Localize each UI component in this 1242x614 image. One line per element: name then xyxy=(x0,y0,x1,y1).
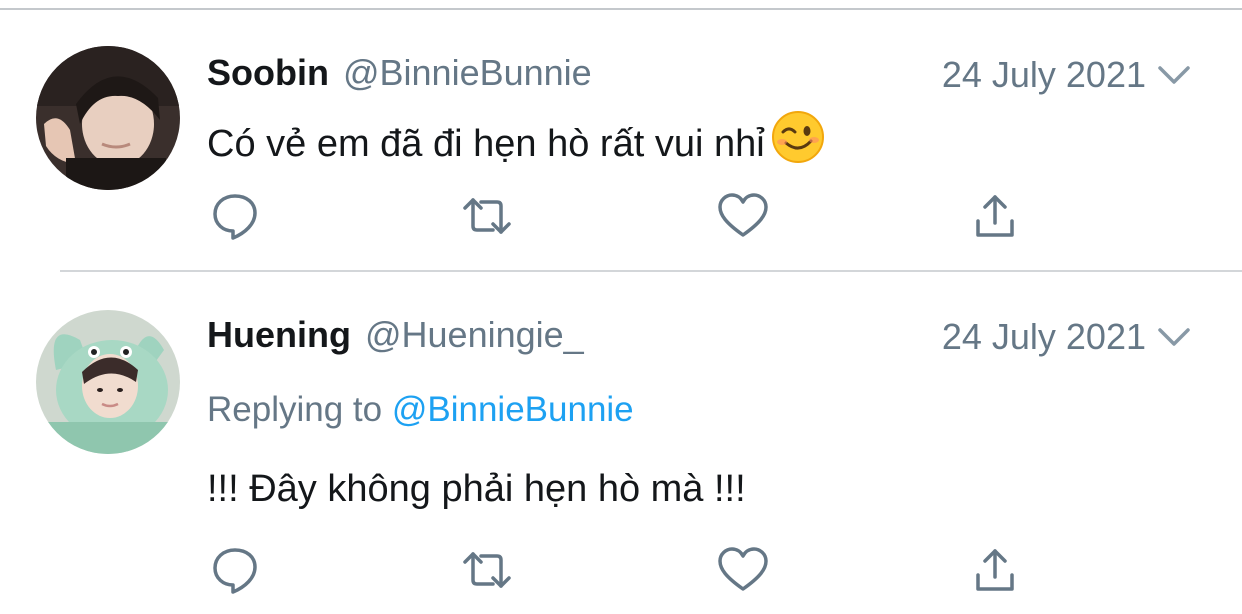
reply-icon[interactable] xyxy=(207,188,263,244)
tweet-divider xyxy=(60,270,1242,272)
avatar[interactable] xyxy=(36,310,180,454)
replying-to: Replying to @BinnieBunnie xyxy=(207,390,634,430)
tweet-date[interactable]: 24 July 2021 xyxy=(942,54,1146,96)
user-handle[interactable]: @BinnieBunnie xyxy=(343,52,592,94)
tweet-actions xyxy=(207,542,1037,598)
tweet-text-content: Có vẻ em đã đi hẹn hò rất vui nhỉ xyxy=(207,123,765,165)
top-divider xyxy=(0,8,1242,10)
share-icon[interactable] xyxy=(967,542,1023,598)
tweet-date[interactable]: 24 July 2021 xyxy=(942,316,1146,358)
user-handle[interactable]: @Hueningie_ xyxy=(365,314,584,356)
like-icon[interactable] xyxy=(715,542,771,598)
display-name[interactable]: Huening xyxy=(207,314,351,356)
display-name[interactable]: Soobin xyxy=(207,52,329,94)
reply-icon[interactable] xyxy=(207,542,263,598)
tweet-header: Huening @Hueningie_ xyxy=(207,314,584,364)
tweet-header: Soobin @BinnieBunnie xyxy=(207,52,592,102)
share-icon[interactable] xyxy=(967,188,1023,244)
chevron-down-icon[interactable] xyxy=(1154,322,1194,352)
chevron-down-icon[interactable] xyxy=(1154,60,1194,90)
retweet-icon[interactable] xyxy=(459,188,515,244)
retweet-icon[interactable] xyxy=(459,542,515,598)
tweet-text-content: !!! Đây không phải hẹn hò mà !!! xyxy=(207,468,746,510)
winking-face-icon xyxy=(771,110,825,174)
mention-link[interactable]: @BinnieBunnie xyxy=(392,390,634,429)
avatar[interactable] xyxy=(36,46,180,190)
like-icon[interactable] xyxy=(715,188,771,244)
tweet-thread: Soobin @BinnieBunnie 24 July 2021 Có vẻ … xyxy=(0,0,1242,614)
tweet-text: Có vẻ em đã đi hẹn hò rất vui nhỉ xyxy=(207,110,825,174)
tweet-actions xyxy=(207,188,1037,244)
replying-prefix: Replying to xyxy=(207,390,383,429)
tweet-text: !!! Đây không phải hẹn hò mà !!! xyxy=(207,468,746,511)
